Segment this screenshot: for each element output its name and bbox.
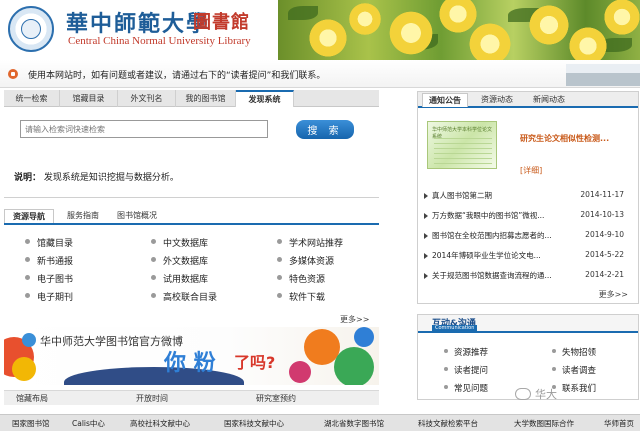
- announcement-tabs: 通知公告 资源动态 新闻动态: [418, 92, 638, 108]
- link-new-books[interactable]: 新书通报: [24, 254, 73, 267]
- tab-catalog[interactable]: 馆藏目录: [60, 90, 118, 107]
- watermark-text: 华大: [535, 388, 557, 401]
- description-text: 发现系统是知识挖掘与数据分析。: [43, 173, 179, 183]
- interaction-panel: 互动&沟通 Communication 资源推荐 失物招领 读者提问 读者调查 …: [417, 314, 639, 400]
- logo-english-name: Central China Normal University Library: [68, 35, 251, 47]
- link-multimedia[interactable]: 多媒体资源: [276, 254, 334, 267]
- header-banner-image: [278, 0, 640, 60]
- tab-my-library[interactable]: 我的图书馆: [176, 90, 236, 107]
- footer-link[interactable]: 国家科技文献中心: [224, 418, 284, 429]
- footer-link[interactable]: Calis中心: [72, 418, 105, 429]
- link-layout[interactable]: 馆藏布局: [16, 393, 48, 404]
- search-input[interactable]: [20, 120, 268, 138]
- library-info-bar: 馆藏布局 开放时间 研究室预约: [4, 390, 379, 405]
- resource-tabs: 资源导航 服务指南 图书馆概况: [4, 209, 379, 225]
- link-union-catalog[interactable]: 高校联合目录: [150, 290, 217, 303]
- feature-thumbnail[interactable]: 华中师范大学本科学位论文系统: [427, 121, 497, 169]
- divider: [4, 197, 379, 198]
- footer-link[interactable]: 高校社科文献中心: [130, 418, 190, 429]
- footer-link[interactable]: 科技文献检索平台: [418, 418, 478, 429]
- link-ebooks[interactable]: 电子图书: [24, 272, 73, 285]
- interaction-header: 互动&沟通 Communication: [418, 315, 638, 333]
- link-trial-db[interactable]: 试用数据库: [150, 272, 208, 285]
- footer-link[interactable]: 国家图书馆: [12, 418, 50, 429]
- feature-detail-link[interactable]: [详细]: [520, 165, 542, 176]
- link-catalog[interactable]: 馆藏目录: [24, 236, 73, 249]
- tab-library-overview[interactable]: 图书馆概况: [108, 209, 166, 223]
- link-ejournals[interactable]: 电子期刊: [24, 290, 73, 303]
- logo-library-name[interactable]: 圖書館: [193, 8, 250, 34]
- news-item[interactable]: 关于规范图书馆数据查询流程的通... 2014-2-21: [418, 270, 638, 282]
- logo-chinese-name[interactable]: 華中師範大學: [66, 6, 210, 38]
- weibo-slogan-1: 你 粉: [164, 351, 216, 376]
- weibo-banner[interactable]: 华中师范大学图书馆官方微博 你 粉 了吗?: [4, 327, 379, 385]
- link-academic-sites[interactable]: 学术网站推荐: [276, 236, 343, 249]
- description-label: 说明：: [14, 173, 42, 183]
- tab-discovery-system[interactable]: 发现系统: [236, 90, 294, 107]
- link-software[interactable]: 软件下载: [276, 290, 325, 303]
- wechat-watermark-icon: [515, 388, 531, 400]
- interaction-subtitle: Communication: [432, 325, 478, 331]
- link-faq[interactable]: 常见问题: [443, 382, 488, 394]
- notice-bar: 使用本网站时，如有问题或者建议，请通过右下的“读者提问”和我们联系。: [0, 60, 640, 88]
- announcements-panel: 通知公告 资源动态 新闻动态 华中师范大学本科学位论文系统 研究生论文相似性检测…: [417, 91, 639, 304]
- tab-resource-news[interactable]: 资源动态: [474, 93, 520, 107]
- link-lost-found[interactable]: 失物招领: [551, 346, 596, 358]
- more-news-link[interactable]: 更多>>: [599, 289, 628, 300]
- link-ask-question[interactable]: 读者提问: [443, 364, 488, 376]
- weibo-title: 华中师范大学图书馆官方微博: [40, 335, 183, 348]
- link-reader-survey[interactable]: 读者调查: [551, 364, 596, 376]
- news-item[interactable]: 万方数据“我眼中的图书馆”微视... 2014-10-13: [418, 210, 638, 222]
- feature-title[interactable]: 研究生论文相似性检测...: [520, 133, 609, 144]
- notice-text: 使用本网站时，如有问题或者建议，请通过右下的“读者提问”和我们联系。: [28, 71, 326, 81]
- link-chinese-db[interactable]: 中文数据库: [150, 236, 208, 249]
- more-resources-link[interactable]: 更多>>: [340, 314, 369, 325]
- news-item[interactable]: 图书馆在全校范围内招募志愿者的... 2014-9-10: [418, 230, 638, 242]
- weibo-slogan-2: 了吗?: [234, 353, 276, 372]
- speaker-icon: [8, 69, 18, 79]
- description: 说明： 发现系统是知识挖掘与数据分析。: [14, 170, 179, 183]
- tab-unified-search[interactable]: 统一检索: [4, 90, 60, 107]
- search-tabs: 统一检索 馆藏目录 外文刊名 我的图书馆 发现系统: [4, 90, 379, 107]
- tab-resource-nav[interactable]: 资源导航: [4, 209, 54, 223]
- news-item[interactable]: 真人图书馆第二期 2014-11-17: [418, 190, 638, 202]
- university-seal-logo[interactable]: [8, 6, 54, 52]
- link-recommend-resource[interactable]: 资源推荐: [443, 346, 488, 358]
- search-button[interactable]: 搜 索: [296, 120, 354, 139]
- link-foreign-db[interactable]: 外文数据库: [150, 254, 208, 267]
- footer-link[interactable]: 华师首页: [604, 418, 634, 429]
- link-special-resources[interactable]: 特色资源: [276, 272, 325, 285]
- resource-links: 馆藏目录 中文数据库 学术网站推荐 新书通报 外文数据库 多媒体资源 电子图书 …: [4, 230, 379, 310]
- link-opening-hours[interactable]: 开放时间: [136, 393, 168, 404]
- library-building-image: [566, 64, 640, 86]
- footer-link[interactable]: 大学数图国际合作: [514, 418, 574, 429]
- footer-links: 国家图书馆 Calis中心 高校社科文献中心 国家科技文献中心 湖北省数字图书馆…: [0, 414, 640, 431]
- link-contact-us[interactable]: 联系我们: [551, 382, 596, 394]
- tab-service-guide[interactable]: 服务指南: [58, 209, 108, 223]
- tab-foreign-journals[interactable]: 外文刊名: [118, 90, 176, 107]
- tab-notices[interactable]: 通知公告: [422, 93, 468, 107]
- tab-news[interactable]: 新闻动态: [526, 93, 572, 107]
- footer-link[interactable]: 湖北省数字图书馆: [324, 418, 384, 429]
- link-room-booking[interactable]: 研究室预约: [256, 393, 296, 404]
- news-item[interactable]: 2014年博硕毕业生学位论文电... 2014-5-22: [418, 250, 638, 262]
- site-header: 華中師範大學 圖書館 Central China Normal Universi…: [0, 0, 640, 60]
